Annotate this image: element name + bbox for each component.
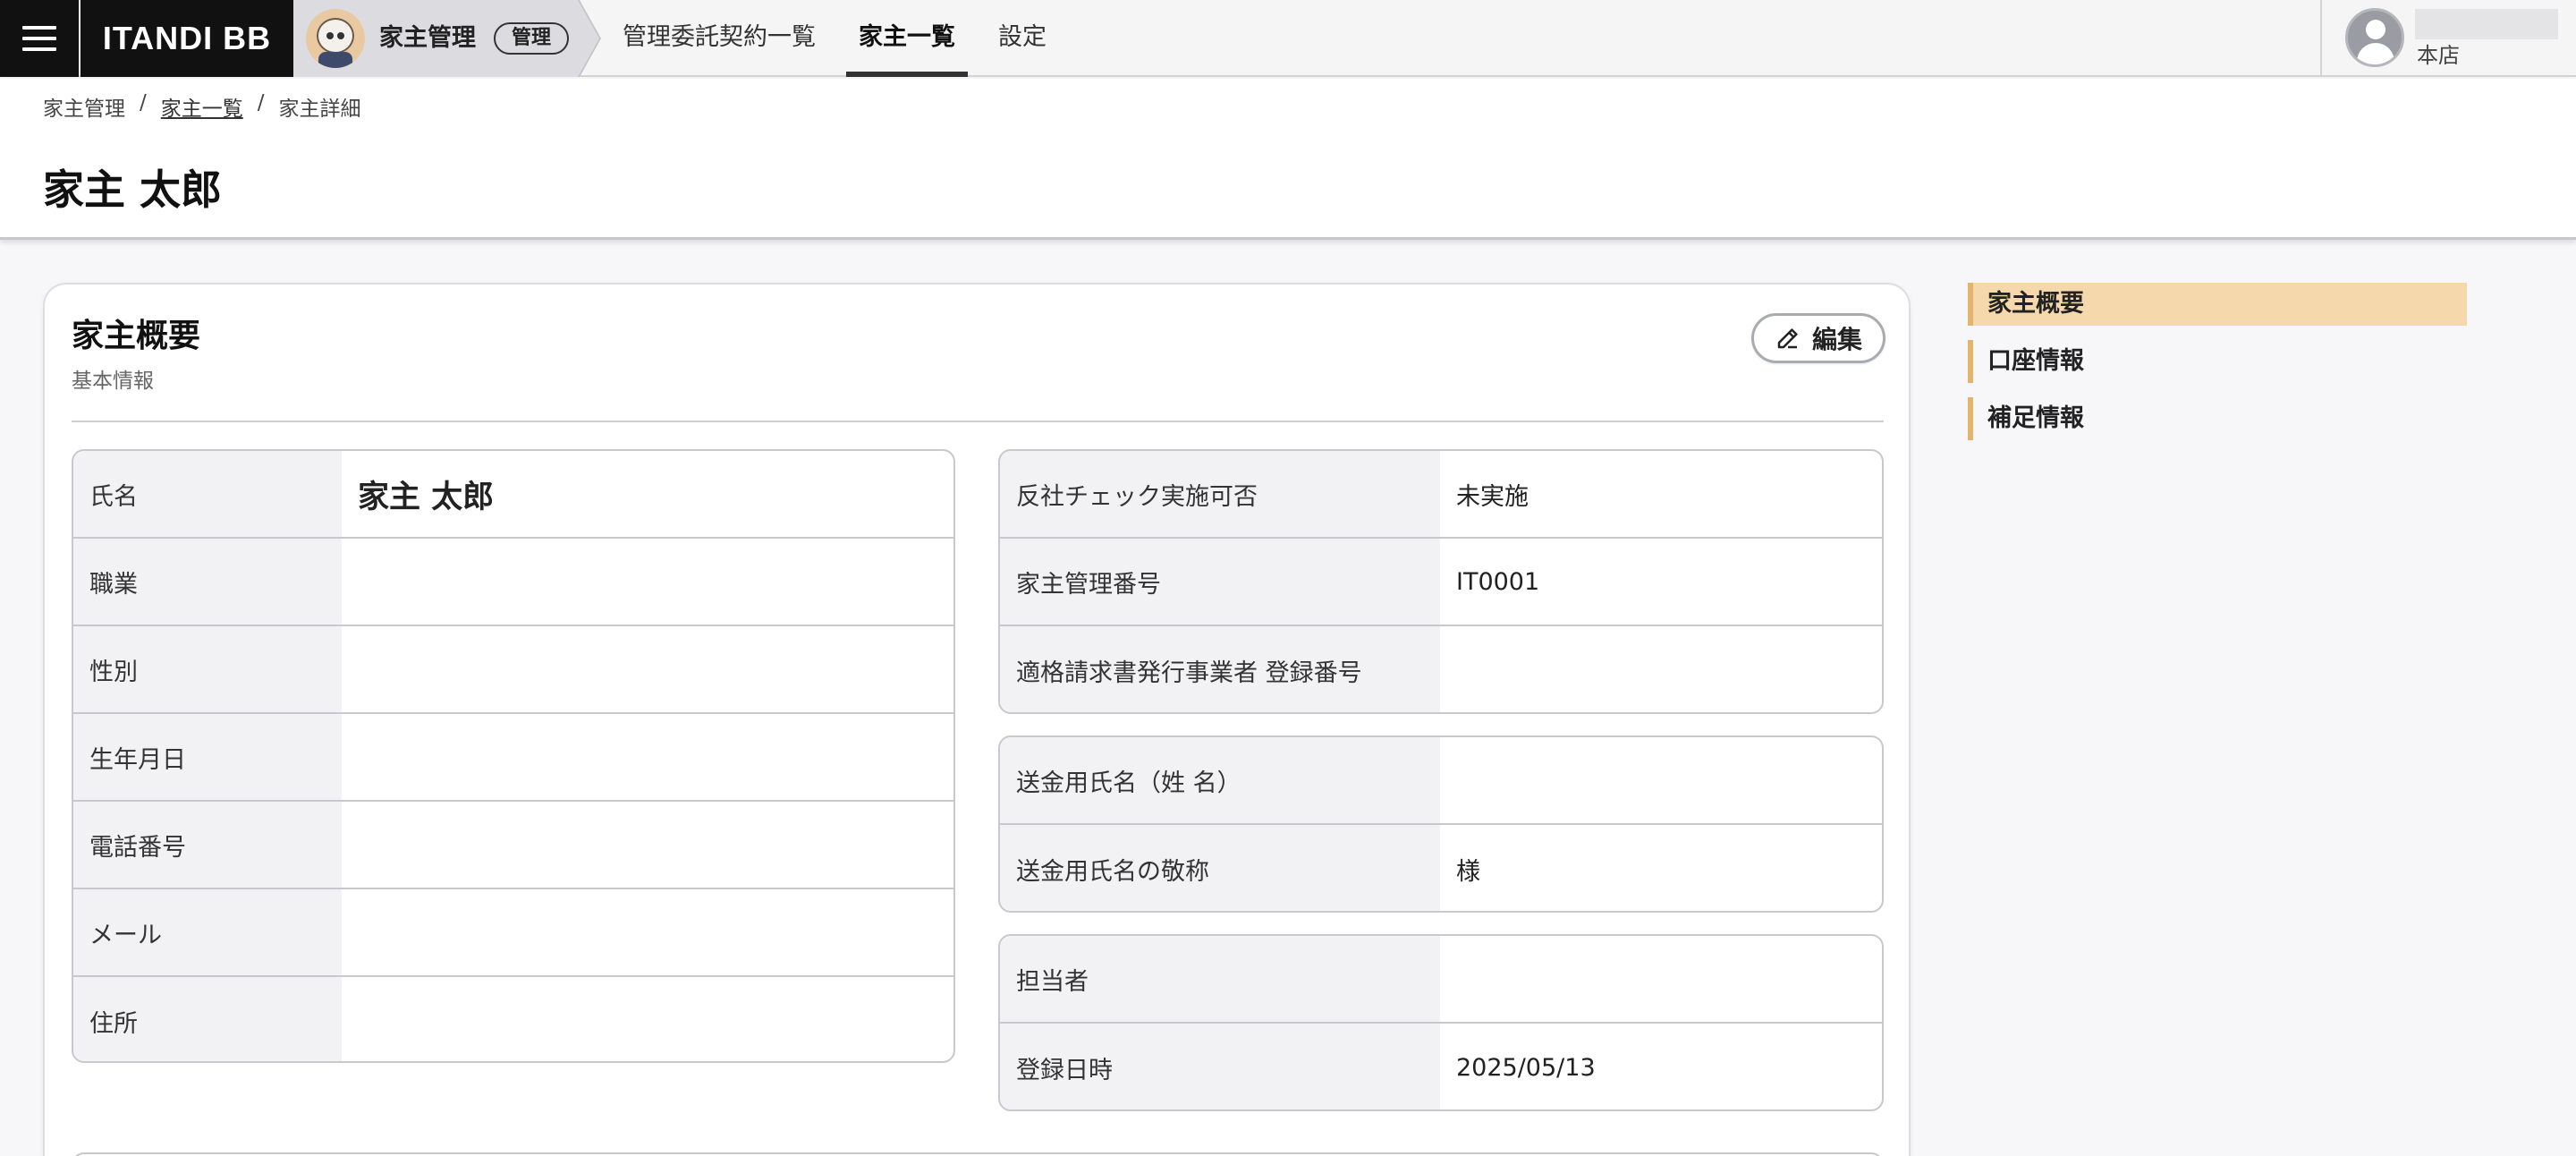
row-label: 職業 bbox=[73, 539, 342, 625]
row-label: 電話番号 bbox=[73, 802, 342, 888]
row-value bbox=[342, 802, 953, 888]
table-row: 氏名 家主 太郎 bbox=[73, 451, 953, 539]
table-row: 生年月日 bbox=[73, 714, 953, 802]
row-value bbox=[1440, 737, 1882, 823]
table-row: 登録日時 2025/05/13 bbox=[1000, 1024, 1882, 1109]
compliance-info-table: 反社チェック実施可否 未実施 家主管理番号 IT0001 適格請求書発行事業者 … bbox=[998, 449, 1884, 714]
user-name-redacted bbox=[2415, 9, 2558, 39]
table-row: 担当者 bbox=[1000, 936, 1882, 1024]
mascot-logo bbox=[306, 9, 365, 68]
row-label: 送金用氏名の敬称 bbox=[1000, 825, 1440, 911]
divider bbox=[72, 421, 1884, 422]
app-name: 家主管理 bbox=[379, 24, 476, 52]
table-row: メール bbox=[73, 889, 953, 977]
row-value: 未実施 bbox=[1456, 482, 1529, 511]
table-row: 適格請求書発行事業者 登録番号 bbox=[1000, 626, 1882, 712]
pencil-icon bbox=[1777, 328, 1798, 349]
user-avatar-icon bbox=[2345, 8, 2404, 67]
row-value bbox=[342, 977, 953, 1061]
row-value bbox=[342, 714, 953, 800]
table-row: 送金用氏名の敬称 様 bbox=[1000, 825, 1882, 911]
section-nav: 家主概要 口座情報 補足情報 bbox=[1968, 283, 2467, 455]
table-row: 職業 bbox=[73, 539, 953, 626]
row-value bbox=[1440, 626, 1882, 712]
app-switcher[interactable]: 家主管理 管理 bbox=[293, 0, 599, 77]
staff-info-table: 担当者 登録日時 2025/05/13 bbox=[998, 934, 1884, 1111]
owner-overview-card: 家主概要 基本情報 編集 氏名 家主 太郎 職業 性別 生年月日 電話番号 メー… bbox=[43, 283, 1911, 1156]
nav-owner-list[interactable]: 家主一覧 bbox=[846, 0, 968, 77]
row-label: 生年月日 bbox=[73, 714, 342, 800]
user-branch: 本店 bbox=[2417, 43, 2460, 68]
page-header: 家主管理 / 家主一覧 / 家主詳細 家主 太郎 bbox=[0, 79, 2576, 240]
table-row: 反社チェック実施可否 未実施 bbox=[1000, 451, 1882, 539]
breadcrumb-item-owner-management: 家主管理 bbox=[43, 98, 125, 121]
nav-management-contracts[interactable]: 管理委託契約一覧 bbox=[610, 0, 828, 77]
row-label: 担当者 bbox=[1000, 936, 1440, 1022]
row-label: 適格請求書発行事業者 登録番号 bbox=[1000, 626, 1440, 712]
row-value: IT0001 bbox=[1456, 567, 1540, 596]
row-value bbox=[342, 626, 953, 712]
section-nav-overview[interactable]: 家主概要 bbox=[1968, 283, 2467, 326]
table-row: 家主管理番号 IT0001 bbox=[1000, 539, 1882, 626]
row-label: 反社チェック実施可否 bbox=[1000, 451, 1440, 537]
menu-button[interactable] bbox=[0, 0, 79, 77]
main-nav: 管理委託契約一覧 家主一覧 設定 bbox=[610, 0, 1077, 77]
edit-button[interactable]: 編集 bbox=[1751, 313, 1885, 363]
row-value: 様 bbox=[1456, 857, 1480, 886]
row-label: メール bbox=[73, 889, 342, 975]
row-value bbox=[342, 539, 953, 625]
row-label: 家主管理番号 bbox=[1000, 539, 1440, 625]
row-value-name: 家主 太郎 bbox=[358, 479, 495, 515]
page-title: 家主 太郎 bbox=[43, 166, 223, 214]
edit-button-label: 編集 bbox=[1811, 325, 1862, 354]
card-title: 家主概要 bbox=[72, 318, 201, 354]
breadcrumb-separator: / bbox=[140, 91, 147, 115]
hamburger-icon bbox=[22, 24, 56, 53]
row-label: 氏名 bbox=[73, 451, 342, 537]
row-label: 送金用氏名（姓 名） bbox=[1000, 737, 1440, 823]
breadcrumb-item-owner-list[interactable]: 家主一覧 bbox=[161, 91, 243, 122]
user-menu[interactable]: 本店 bbox=[2320, 0, 2576, 77]
table-row: 電話番号 bbox=[73, 802, 953, 889]
remittance-info-table: 送金用氏名（姓 名） 送金用氏名の敬称 様 bbox=[998, 735, 1884, 913]
section-nav-supplementary[interactable]: 補足情報 bbox=[1968, 397, 2467, 440]
row-label: 住所 bbox=[73, 977, 342, 1061]
table-row: 送金用氏名（姓 名） bbox=[1000, 737, 1882, 825]
row-value: 2025/05/13 bbox=[1456, 1053, 1596, 1082]
row-label: 登録日時 bbox=[1000, 1024, 1440, 1109]
card-subtitle: 基本情報 bbox=[72, 370, 154, 393]
table-row: 性別 bbox=[73, 626, 953, 714]
breadcrumb-item-owner-detail: 家主詳細 bbox=[278, 98, 361, 121]
breadcrumb-separator: / bbox=[257, 91, 265, 115]
basic-info-table: 氏名 家主 太郎 職業 性別 生年月日 電話番号 メール 住所 bbox=[72, 449, 955, 1063]
breadcrumb: 家主管理 / 家主一覧 / 家主詳細 bbox=[43, 91, 361, 122]
row-value bbox=[342, 889, 953, 975]
section-nav-account[interactable]: 口座情報 bbox=[1968, 340, 2467, 383]
nav-settings[interactable]: 設定 bbox=[986, 0, 1059, 77]
row-label: 性別 bbox=[73, 626, 342, 712]
row-value bbox=[1440, 936, 1882, 1022]
next-table-edge bbox=[72, 1152, 1884, 1156]
table-row: 住所 bbox=[73, 977, 953, 1061]
itandi-bb-logo[interactable]: ITANDI BB bbox=[80, 0, 293, 77]
top-bar: ITANDI BB 家主管理 管理 管理委託契約一覧 家主一覧 設定 本店 bbox=[0, 0, 2576, 77]
app-badge: 管理 bbox=[494, 22, 570, 55]
